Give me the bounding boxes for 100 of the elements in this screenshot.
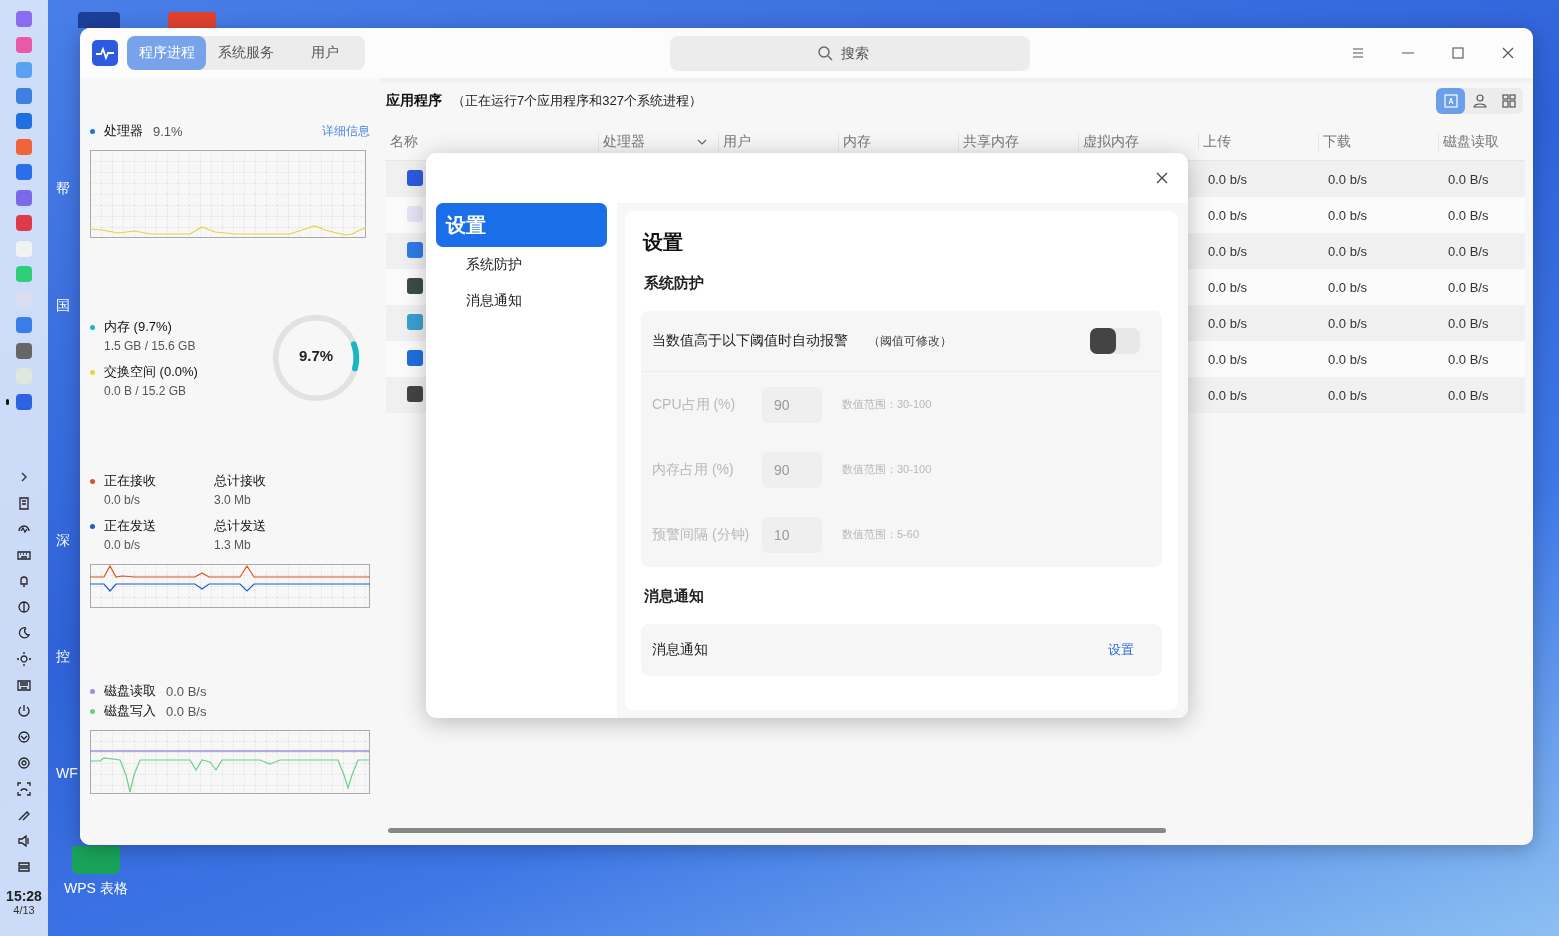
network-label: 正在接收 xyxy=(104,472,156,490)
search-input[interactable]: 搜索 xyxy=(839,44,883,62)
app-icon[interactable] xyxy=(16,393,32,410)
close-icon[interactable] xyxy=(1500,45,1516,61)
section-heading: 消息通知 xyxy=(644,587,705,606)
bell-icon[interactable] xyxy=(17,573,31,588)
clock-time: 15:28 xyxy=(6,887,42,904)
desktop-icon-label[interactable]: 国 xyxy=(56,297,70,315)
memory-detail: 0.0 B / 15.2 GB xyxy=(104,384,188,398)
column-header[interactable]: 名称 xyxy=(386,133,598,151)
field-label: 内存占用 (%) xyxy=(652,460,735,479)
clipboard-icon[interactable] xyxy=(17,495,31,510)
cpu-value: 9.1% xyxy=(153,123,183,139)
table-cell: 0.0 b/s xyxy=(1208,279,1248,295)
table-cell: 0.0 B/s xyxy=(1448,207,1489,223)
app-icon xyxy=(406,312,424,331)
column-header[interactable]: 内存 xyxy=(838,133,958,151)
table-cell: 0.0 B/s xyxy=(1448,243,1489,259)
column-header[interactable]: 虚拟内存 xyxy=(1078,133,1198,151)
nav-item[interactable]: 消息通知 xyxy=(436,283,607,319)
network-total-label: 总计接收 xyxy=(214,472,267,490)
desktop-icon-label[interactable]: 深 xyxy=(56,532,70,550)
app-icon[interactable] xyxy=(16,138,32,155)
moon-icon[interactable] xyxy=(17,625,31,640)
table-cell: 0.0 b/s xyxy=(1328,387,1368,403)
user-icon xyxy=(1471,93,1488,109)
table-cell: 0.0 b/s xyxy=(1208,171,1248,187)
tab[interactable]: 程序进程 xyxy=(127,36,206,70)
table-cell: 0.0 b/s xyxy=(1208,207,1248,223)
settings-link[interactable]: 设置 xyxy=(1108,641,1134,659)
range-hint: 数值范围：5-60 xyxy=(842,527,920,542)
section-title: 应用程序 xyxy=(386,92,442,110)
keyboard-icon[interactable] xyxy=(17,677,31,692)
memory-label: 交换空间 (0.0%) xyxy=(104,363,198,381)
screenshot-icon[interactable] xyxy=(17,781,31,796)
table-cell: 0.0 b/s xyxy=(1328,207,1368,223)
table-cell: 0.0 B/s xyxy=(1448,279,1489,295)
desktop-icon-label[interactable]: WF xyxy=(56,765,78,781)
app-icon xyxy=(406,384,424,403)
grid-icon[interactable] xyxy=(16,11,32,27)
record-icon[interactable] xyxy=(17,755,31,770)
table-cell: 0.0 b/s xyxy=(1328,351,1368,367)
process-summary: （正在运行7个应用程序和327个系统进程） xyxy=(452,92,702,110)
nav-item[interactable]: 设置 xyxy=(436,203,607,247)
column-header[interactable]: 上传 xyxy=(1198,133,1318,151)
disk-label: 磁盘写入 xyxy=(104,702,156,720)
power-icon[interactable] xyxy=(17,703,31,718)
sun-icon[interactable] xyxy=(17,651,31,666)
search-field[interactable]: 搜索 xyxy=(670,35,1030,71)
network-total: 3.0 Mb xyxy=(214,493,252,507)
volume-icon[interactable] xyxy=(17,833,31,848)
disk-rate: 0.0 B/s xyxy=(166,683,207,699)
disk-rate: 0.0 B/s xyxy=(166,703,207,719)
toggle-switch[interactable] xyxy=(1090,328,1140,354)
app-icon[interactable] xyxy=(16,342,32,359)
cpu-label: 处理器 xyxy=(104,122,143,140)
app-icon xyxy=(406,276,424,295)
app-icon[interactable] xyxy=(16,113,32,129)
range-hint: 数值范围：30-100 xyxy=(842,397,932,412)
column-header[interactable]: 共享内存 xyxy=(958,133,1078,151)
column-header[interactable]: 下载 xyxy=(1318,133,1438,151)
network-label: 正在发送 xyxy=(104,517,156,535)
app-icon[interactable] xyxy=(16,189,32,206)
maximize-icon[interactable] xyxy=(1450,45,1466,61)
contrast-icon[interactable] xyxy=(17,599,31,614)
app-icon[interactable] xyxy=(16,36,32,53)
desktop-icon-label[interactable]: 帮 xyxy=(56,180,70,198)
tab[interactable]: 系统服务 xyxy=(206,36,285,70)
memory-percent: 9.7% xyxy=(297,347,335,364)
toggle-icon[interactable] xyxy=(17,859,31,874)
table-cell: 0.0 b/s xyxy=(1208,387,1248,403)
app-icon[interactable] xyxy=(16,215,32,231)
network-rate: 0.0 b/s xyxy=(104,493,142,507)
tab[interactable]: 用户 xyxy=(285,36,364,70)
letter-a-window-icon xyxy=(1442,93,1459,109)
network-total: 1.3 Mb xyxy=(214,538,252,552)
pulse-icon xyxy=(92,40,118,66)
menu-icon[interactable] xyxy=(1350,45,1366,61)
details-link[interactable]: 详细信息 xyxy=(322,122,370,140)
app-view-button[interactable] xyxy=(1436,88,1465,114)
network-rate: 0.0 b/s xyxy=(104,538,142,552)
app-icon xyxy=(406,168,424,187)
column-header[interactable]: 用户 xyxy=(718,133,838,151)
close-icon[interactable] xyxy=(1154,170,1170,186)
app-icon xyxy=(406,240,424,259)
notify-label: 消息通知 xyxy=(652,641,708,659)
app-icon[interactable] xyxy=(16,317,32,333)
desktop-icon-label[interactable]: 控 xyxy=(56,648,70,666)
column-header[interactable]: 处理器 xyxy=(598,133,718,151)
desktop-icon-label[interactable]: WPS 表格 xyxy=(64,880,128,898)
settings-title: 设置 xyxy=(643,230,684,255)
table-cell: 0.0 B/s xyxy=(1448,171,1489,187)
table-cell: 0.0 b/s xyxy=(1328,171,1368,187)
scrollbar[interactable] xyxy=(388,828,1166,833)
app-icon[interactable] xyxy=(16,164,32,180)
column-header[interactable]: 磁盘读取 xyxy=(1438,133,1525,151)
table-cell: 0.0 b/s xyxy=(1328,279,1368,295)
search-icon xyxy=(817,45,833,61)
app-icon[interactable] xyxy=(16,87,32,104)
nav-item[interactable]: 系统防护 xyxy=(436,247,607,283)
